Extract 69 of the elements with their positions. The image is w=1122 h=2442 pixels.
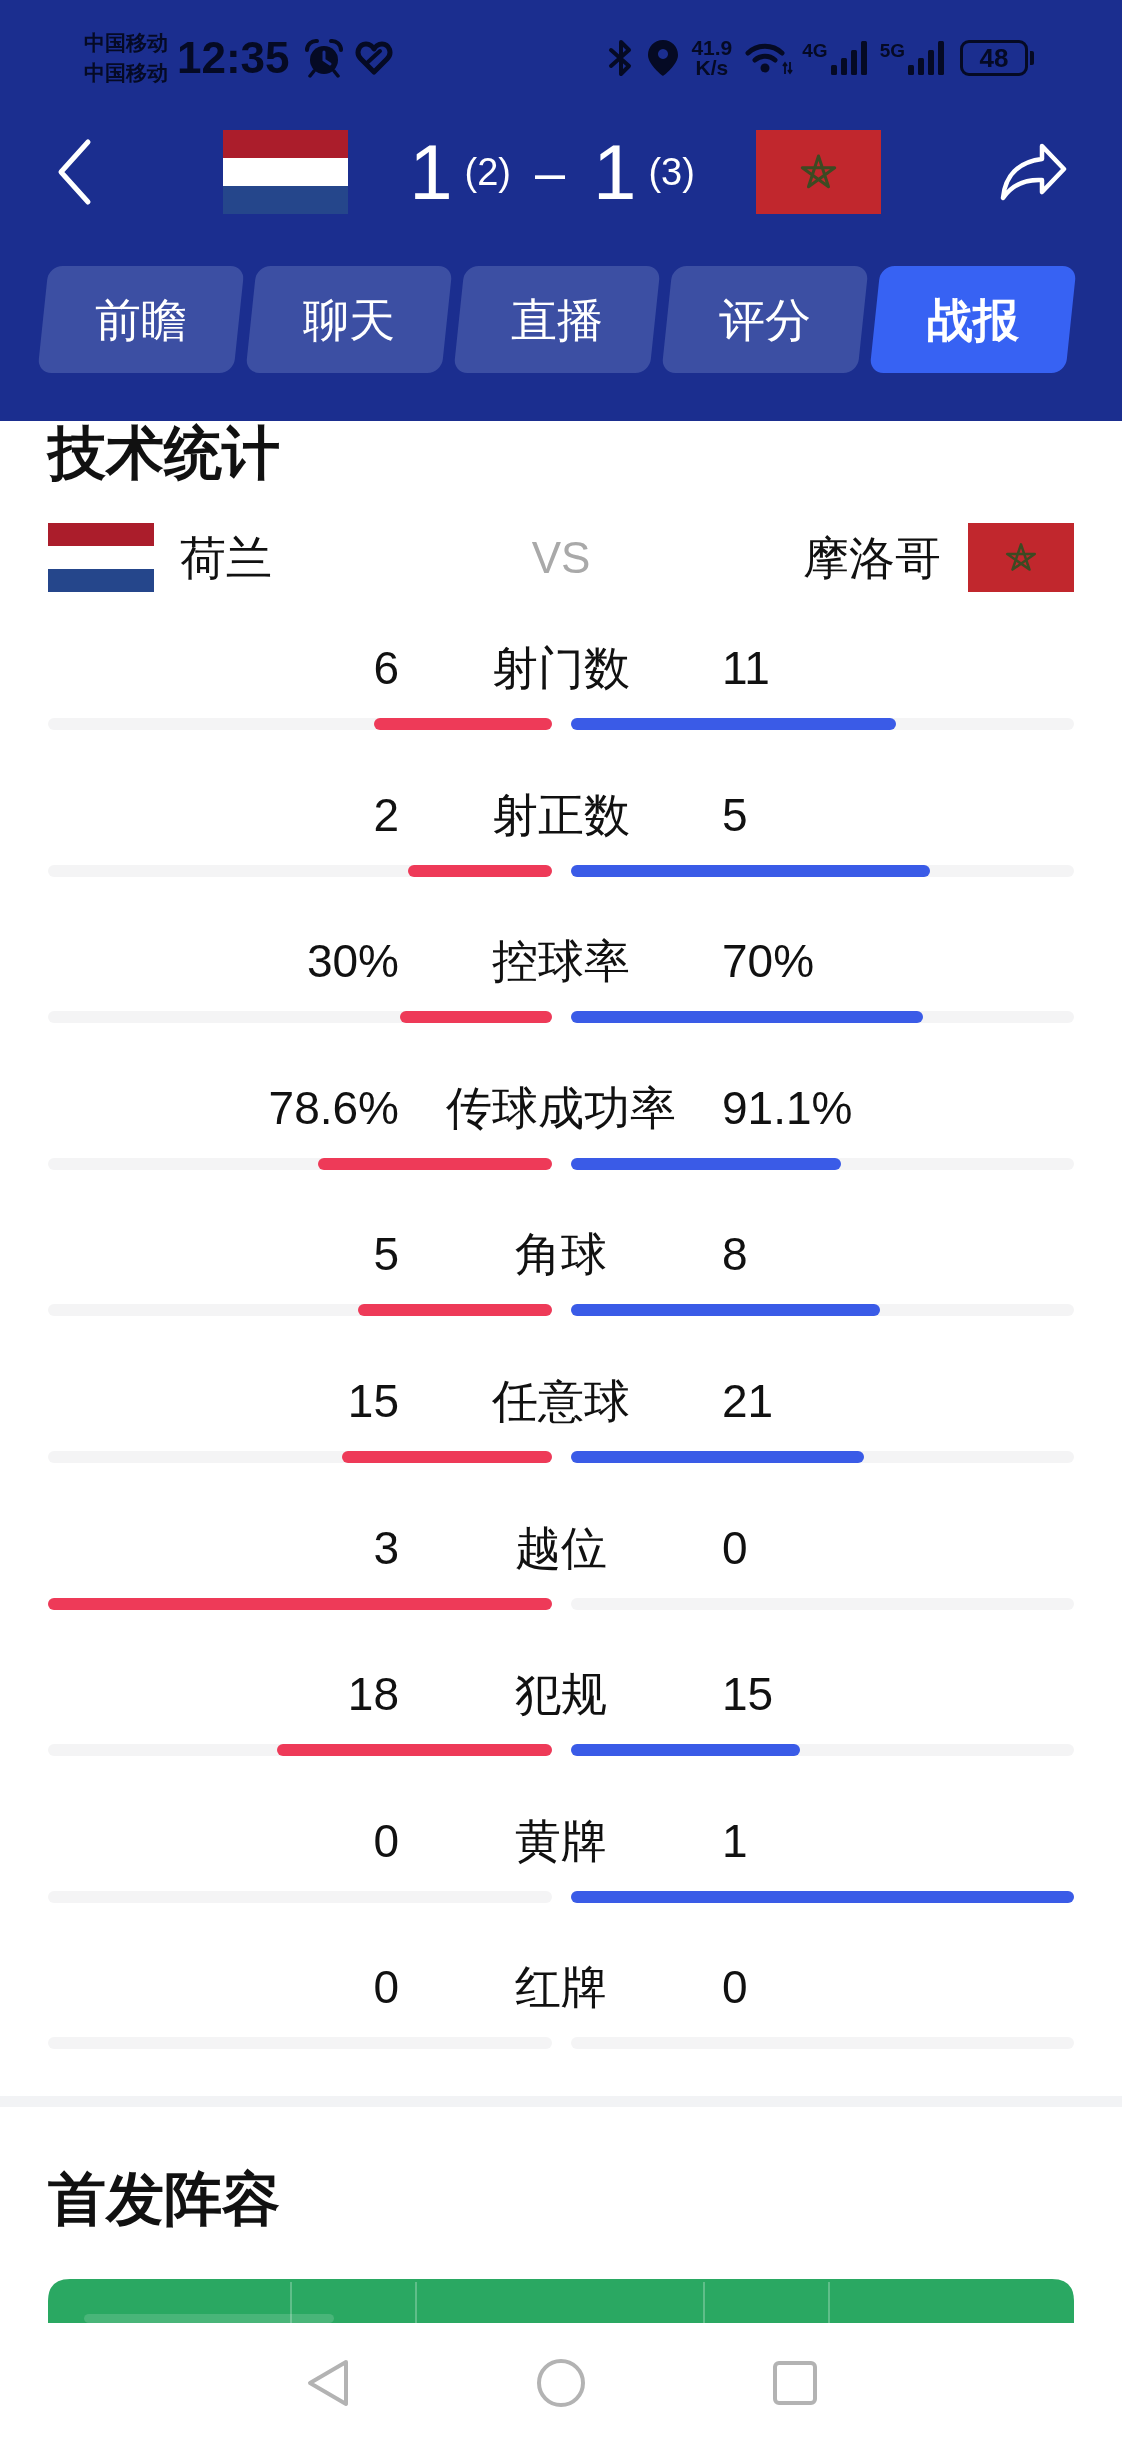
stat-label: 射正数 [491,791,630,838]
away-stat-value: 0 [722,1964,748,2011]
away-stat-value: 70% [722,938,815,985]
stat-label: 任意球 [491,1377,630,1424]
section-title: 首发阵容 [48,2169,280,2228]
away-stat-value: 1 [722,1817,748,1864]
network-type: 4G [802,41,828,60]
home-stat-value: 0 [373,1964,399,2011]
away-stat-value: 15 [722,1671,774,1718]
away-score: 1 [593,133,637,211]
network-speed: 41.9 [691,38,733,58]
away-stat-value: 11 [722,645,770,691]
battery-indicator: 48 [960,40,1034,76]
home-stat-value: 3 [373,1524,399,1571]
signal-bars-icon [906,41,946,75]
home-score: 1 [409,133,453,211]
tab[interactable]: 评分 [661,266,869,373]
network-type: 5G [879,41,905,60]
home-stat-value: 30% [306,938,399,985]
home-stat-value: 6 [373,645,399,691]
section-title: 技术统计 [48,424,280,482]
away-stat-value: 8 [722,1231,748,1278]
away-stat-value: 5 [722,791,748,838]
home-stat-value: 15 [347,1377,399,1424]
home-stat-value: 5 [373,1231,399,1278]
share-arrow-icon [998,141,1068,203]
status-time: 12:35 [177,36,290,80]
stat-label: 射门数 [491,645,630,691]
network-speed-unit: K/s [695,58,729,78]
stat-label: 犯规 [514,1671,607,1718]
away-stat-value: 91.1% [722,1084,853,1131]
triangle-back-icon [305,2357,350,2408]
away-team-name: 摩洛哥 [803,534,941,581]
away-penalty-score: (3) [648,153,695,191]
home-penalty-score: (2) [464,153,511,191]
home-stat-value: 0 [373,1817,399,1864]
stat-label: 传球成功率 [445,1084,676,1131]
home-stat-value: 18 [347,1671,399,1718]
stat-label: 角球 [514,1231,607,1278]
alarm-clock-icon [303,38,344,78]
versus-label: VS [531,535,591,580]
home-nav-button[interactable] [536,2357,586,2408]
tab[interactable]: 聊天 [245,266,453,373]
home-stat-value: 78.6% [268,1084,399,1131]
stat-label: 控球率 [491,938,630,985]
striped-flag-icon [48,523,154,592]
stat-label: 红牌 [514,1964,607,2011]
square-recents-icon [771,2359,818,2406]
stat-label: 越位 [514,1524,607,1571]
score-separator: – [534,145,565,199]
location-pin-icon [646,38,681,78]
away-stat-value: 0 [722,1524,748,1571]
carrier-name: 中国移动 [84,60,168,86]
signal-bars-icon [828,41,869,75]
heart-icon [353,40,394,76]
carrier-name: 中国移动 [84,30,168,56]
home-team-name: 荷兰 [180,534,272,581]
home-stat-value: 2 [373,791,399,838]
striped-flag-icon [223,130,348,214]
stat-label: 黄牌 [514,1817,607,1864]
tab[interactable]: 战报 [869,266,1077,373]
away-stat-value: 21 [722,1377,774,1424]
star-flag-icon [756,130,881,214]
circle-home-icon [536,2357,586,2408]
star-flag-icon [968,523,1074,592]
tab[interactable]: 直播 [453,266,661,373]
tab[interactable]: 前瞻 [37,266,245,373]
recents-nav-button[interactable] [771,2359,818,2406]
share-button[interactable] [998,141,1068,203]
